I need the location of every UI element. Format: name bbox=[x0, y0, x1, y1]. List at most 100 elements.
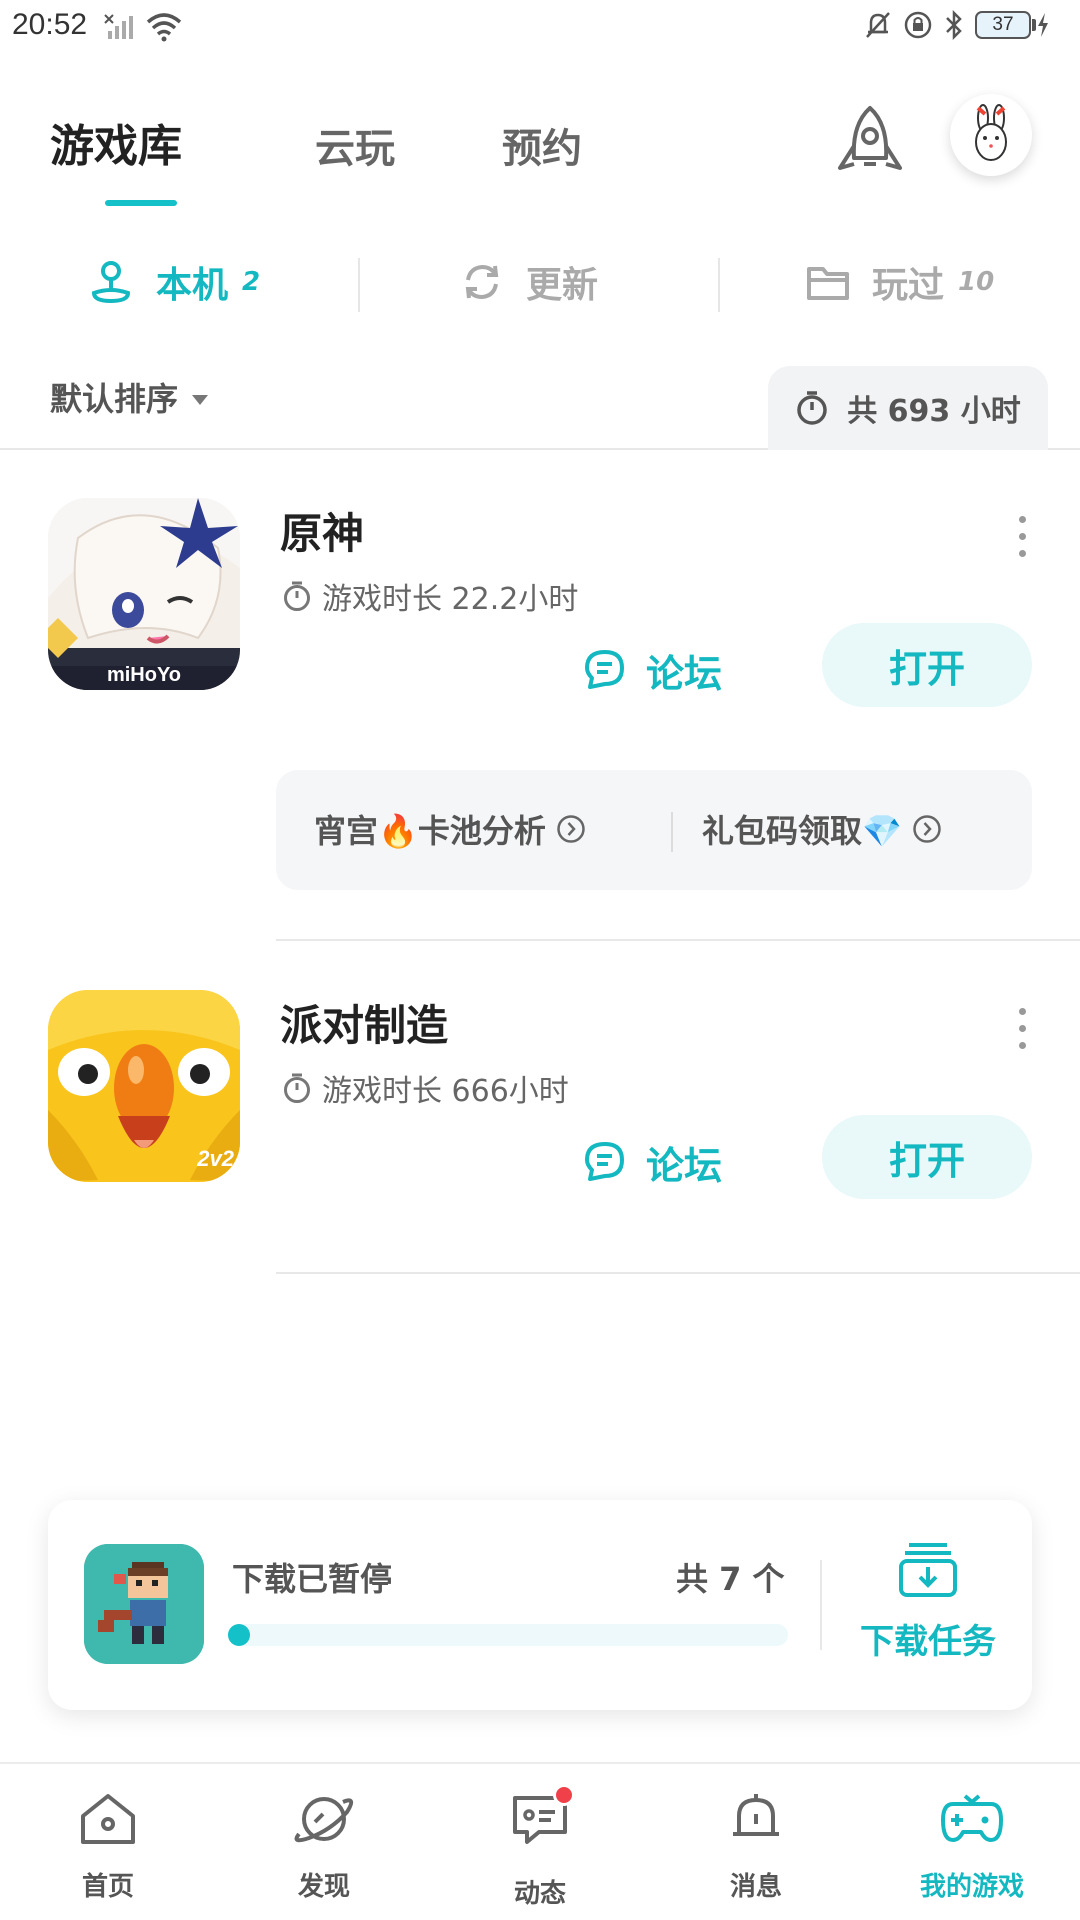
stopwatch-icon bbox=[284, 581, 310, 611]
nav-my-games[interactable]: 我的游戏 bbox=[864, 1790, 1080, 1903]
subtab-updates[interactable]: 更新 bbox=[460, 256, 598, 308]
download-progress-bar bbox=[228, 1624, 788, 1646]
bottom-navigation: 首页 发现 动态 消息 我的游戏 bbox=[0, 1762, 1080, 1920]
sort-row: 默认排序 共 693 小时 bbox=[0, 360, 1080, 450]
status-right-icons: 37 bbox=[863, 10, 1050, 40]
game-playtime-text: 游戏时长 666小时 bbox=[322, 1074, 569, 1109]
nav-feed[interactable]: 动态 bbox=[432, 1784, 648, 1910]
divider bbox=[671, 812, 673, 852]
game-icon-party[interactable]: 2v2 bbox=[48, 990, 240, 1182]
link-gift-code-label: 礼包码领取💎 bbox=[702, 812, 902, 850]
downloading-game-icon bbox=[84, 1544, 204, 1664]
charging-icon bbox=[1038, 13, 1048, 37]
divider bbox=[358, 258, 360, 312]
chevron-circle-right-icon bbox=[557, 815, 585, 843]
nav-my-games-label: 我的游戏 bbox=[919, 1872, 1024, 1902]
publisher-logo-text: miHoYo bbox=[106, 664, 182, 686]
battery-indicator: 37 bbox=[975, 11, 1031, 39]
pixel-character-icon bbox=[84, 1544, 204, 1664]
divider bbox=[276, 939, 1080, 941]
nav-discover-label: 发现 bbox=[297, 1872, 350, 1902]
nav-messages[interactable]: 消息 bbox=[648, 1790, 864, 1903]
game-name[interactable]: 原神 bbox=[280, 500, 364, 561]
status-bar: 20:52 37 bbox=[0, 0, 1080, 56]
status-left-icons bbox=[104, 12, 182, 42]
genshin-app-icon bbox=[48, 498, 240, 690]
subtab-updates-label: 更新 bbox=[526, 265, 599, 306]
game-playtime: 游戏时长 22.2小时 bbox=[282, 574, 578, 618]
nav-home-label: 首页 bbox=[81, 1872, 134, 1902]
subtab-local[interactable]: 本机 2 bbox=[88, 256, 260, 308]
game-card-party: 2v2 派对制造 游戏时长 666小时 论坛 打开 bbox=[0, 990, 1080, 1290]
sub-tabs: 本机 2 更新 玩过 10 bbox=[0, 250, 1080, 320]
home-icon bbox=[81, 1794, 135, 1844]
download-panel[interactable]: 下载已暂停 共 7 个 下载任务 bbox=[48, 1500, 1032, 1710]
subtab-played-label: 玩过 bbox=[872, 265, 945, 306]
download-progress-fill bbox=[228, 1624, 251, 1646]
bunny-avatar-icon bbox=[975, 104, 1007, 161]
rotation-lock-icon bbox=[904, 11, 932, 39]
link-banner-analysis-label: 宵宫🔥卡池分析 bbox=[314, 812, 546, 850]
open-button[interactable]: 打开 bbox=[822, 623, 1032, 707]
gamepad-icon bbox=[941, 1794, 1003, 1842]
active-tab-indicator bbox=[105, 200, 177, 206]
download-tasks-label: 下载任务 bbox=[860, 1622, 996, 1662]
subtab-played[interactable]: 玩过 10 bbox=[806, 256, 994, 308]
more-options-icon[interactable] bbox=[1012, 1008, 1032, 1068]
notification-badge bbox=[553, 1784, 575, 1806]
nav-home[interactable]: 首页 bbox=[0, 1790, 216, 1903]
joystick-icon bbox=[91, 261, 131, 304]
muted-bell-icon bbox=[866, 12, 890, 38]
bluetooth-icon bbox=[946, 10, 962, 40]
mode-tag-text: 2v2 bbox=[197, 1146, 234, 1171]
stopwatch-icon bbox=[797, 391, 827, 425]
game-playtime: 游戏时长 666小时 bbox=[282, 1066, 569, 1110]
sort-dropdown[interactable]: 默认排序 bbox=[50, 374, 209, 420]
rocket-icon[interactable] bbox=[832, 102, 908, 192]
tab-reservation[interactable]: 预约 bbox=[502, 116, 582, 174]
download-status: 下载已暂停 bbox=[232, 1560, 393, 1598]
game-links-box: 宵宫🔥卡池分析 礼包码领取💎 bbox=[276, 770, 1032, 890]
subtab-local-label: 本机 bbox=[156, 265, 229, 306]
sort-label: 默认排序 bbox=[50, 380, 179, 418]
download-tasks-button[interactable]: 下载任务 bbox=[828, 1540, 1028, 1663]
more-options-icon[interactable] bbox=[1012, 516, 1032, 576]
download-count: 共 7 个 bbox=[676, 1560, 785, 1598]
game-icon-genshin[interactable]: miHoYo bbox=[48, 498, 240, 690]
forum-button[interactable]: 论坛 bbox=[582, 1132, 722, 1192]
wifi-icon bbox=[146, 13, 182, 42]
forum-chat-icon bbox=[585, 650, 624, 689]
forum-button[interactable]: 论坛 bbox=[582, 640, 722, 700]
game-name[interactable]: 派对制造 bbox=[280, 992, 448, 1053]
nav-feed-label: 动态 bbox=[513, 1879, 566, 1909]
total-playtime-badge: 共 693 小时 bbox=[768, 366, 1048, 450]
folder-icon bbox=[807, 267, 849, 300]
forum-label: 论坛 bbox=[646, 651, 723, 696]
stopwatch-icon bbox=[284, 1073, 310, 1103]
forum-chat-icon bbox=[585, 1142, 624, 1181]
open-button[interactable]: 打开 bbox=[822, 1115, 1032, 1199]
user-avatar[interactable] bbox=[950, 94, 1032, 176]
bell-icon bbox=[733, 1794, 779, 1836]
link-gift-code[interactable]: 礼包码领取💎 bbox=[702, 806, 942, 852]
divider bbox=[820, 1560, 822, 1650]
clock: 20:52 bbox=[12, 8, 88, 41]
dropdown-arrow-icon bbox=[192, 395, 209, 405]
nav-messages-label: 消息 bbox=[729, 1872, 782, 1902]
refresh-icon bbox=[465, 264, 499, 300]
chevron-circle-right-icon bbox=[913, 815, 941, 843]
tab-cloud-play[interactable]: 云玩 bbox=[315, 116, 395, 174]
subtab-local-count: 2 bbox=[242, 267, 261, 297]
total-playtime: 共 693 小时 bbox=[847, 394, 1021, 429]
nav-discover[interactable]: 发现 bbox=[216, 1790, 432, 1903]
link-banner-analysis[interactable]: 宵宫🔥卡池分析 bbox=[314, 806, 586, 852]
subtab-played-count: 10 bbox=[958, 267, 995, 297]
header: 游戏库 云玩 预约 bbox=[0, 90, 1080, 210]
forum-label: 论坛 bbox=[646, 1143, 723, 1188]
game-playtime-text: 游戏时长 22.2小时 bbox=[322, 582, 579, 617]
tab-game-library[interactable]: 游戏库 bbox=[50, 110, 182, 174]
no-signal-icon bbox=[104, 14, 133, 39]
download-tray-icon bbox=[899, 1543, 957, 1597]
divider bbox=[718, 258, 720, 312]
divider bbox=[276, 1272, 1080, 1274]
